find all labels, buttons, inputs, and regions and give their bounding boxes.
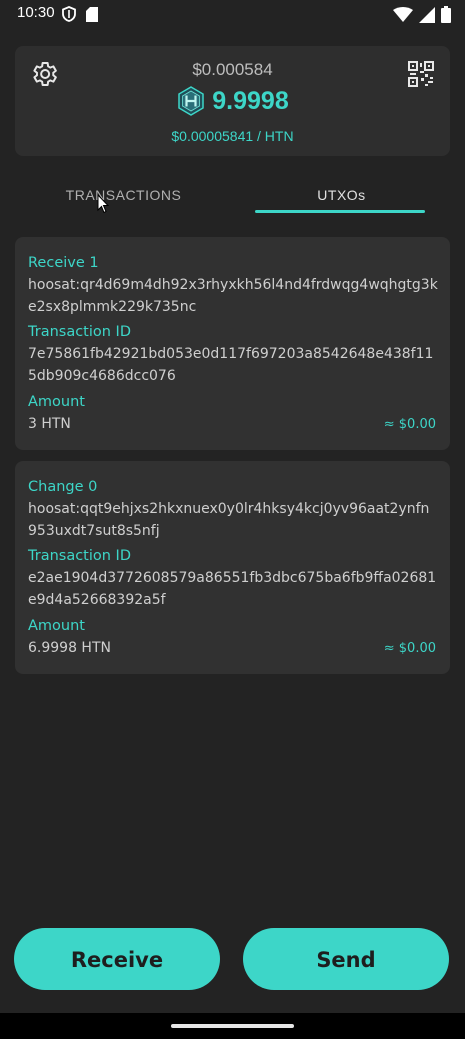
status-left-icons	[62, 6, 98, 22]
wifi-icon	[393, 6, 413, 22]
usd-total: $0.000584	[192, 60, 273, 79]
htn-balance-row: 9.9998	[15, 86, 450, 116]
utxo-card[interactable]: Receive 1 hoosat:qr4d69m4dh92x3rhyxkh56l…	[15, 237, 450, 450]
signal-icon	[419, 6, 435, 23]
transaction-id-label: Transaction ID	[28, 324, 132, 340]
tab-bar: TRANSACTIONS UTXOs	[15, 176, 450, 216]
amount-usd: ≈ $0.00	[383, 417, 436, 432]
send-button[interactable]: Send	[243, 928, 449, 990]
utxo-address: hoosat:qqt9ehjxs2hkxnuex0y0lr4hksy4kcj0y…	[28, 501, 430, 539]
transaction-id-value: 7e75861fb42921bd053e0d117f697203a8542648…	[28, 346, 434, 384]
amount-value: 3 HTN	[28, 416, 71, 432]
sd-card-icon	[86, 6, 98, 22]
home-indicator[interactable]	[171, 1024, 294, 1028]
receive-button[interactable]: Receive	[14, 928, 220, 990]
transaction-id-value: e2ae1904d3772608579a86551fb3dbc675ba6fb9…	[28, 570, 437, 608]
amount-value: 6.9998 HTN	[28, 640, 111, 656]
mouse-cursor-icon	[97, 194, 109, 214]
utxo-title: Change 0	[28, 479, 98, 495]
hoosat-logo-icon	[178, 86, 205, 116]
shield-icon	[62, 6, 76, 22]
htn-balance: 9.9998	[212, 86, 289, 115]
amount-label: Amount	[28, 618, 85, 634]
transaction-id-label: Transaction ID	[28, 548, 132, 564]
tab-transactions[interactable]: TRANSACTIONS	[15, 176, 232, 216]
balance-card: $0.000584 9.9998 $0.00005841 / HTN	[15, 46, 450, 156]
amount-label: Amount	[28, 394, 85, 410]
status-right-icons	[393, 6, 451, 23]
qr-code-icon[interactable]	[408, 61, 434, 87]
amount-usd: ≈ $0.00	[383, 641, 436, 656]
utxo-card[interactable]: Change 0 hoosat:qqt9ehjxs2hkxnuex0y0lr4h…	[15, 461, 450, 674]
system-nav-bar	[0, 1013, 465, 1039]
battery-icon	[441, 6, 451, 23]
active-tab-indicator	[255, 210, 425, 213]
status-bar: 10:30	[0, 0, 465, 30]
status-time: 10:30	[17, 4, 55, 21]
utxo-address: hoosat:qr4d69m4dh92x3rhyxkh56l4nd4frdwqg…	[28, 277, 438, 315]
utxo-title: Receive 1	[28, 255, 99, 271]
htn-price: $0.00005841 / HTN	[171, 128, 294, 144]
